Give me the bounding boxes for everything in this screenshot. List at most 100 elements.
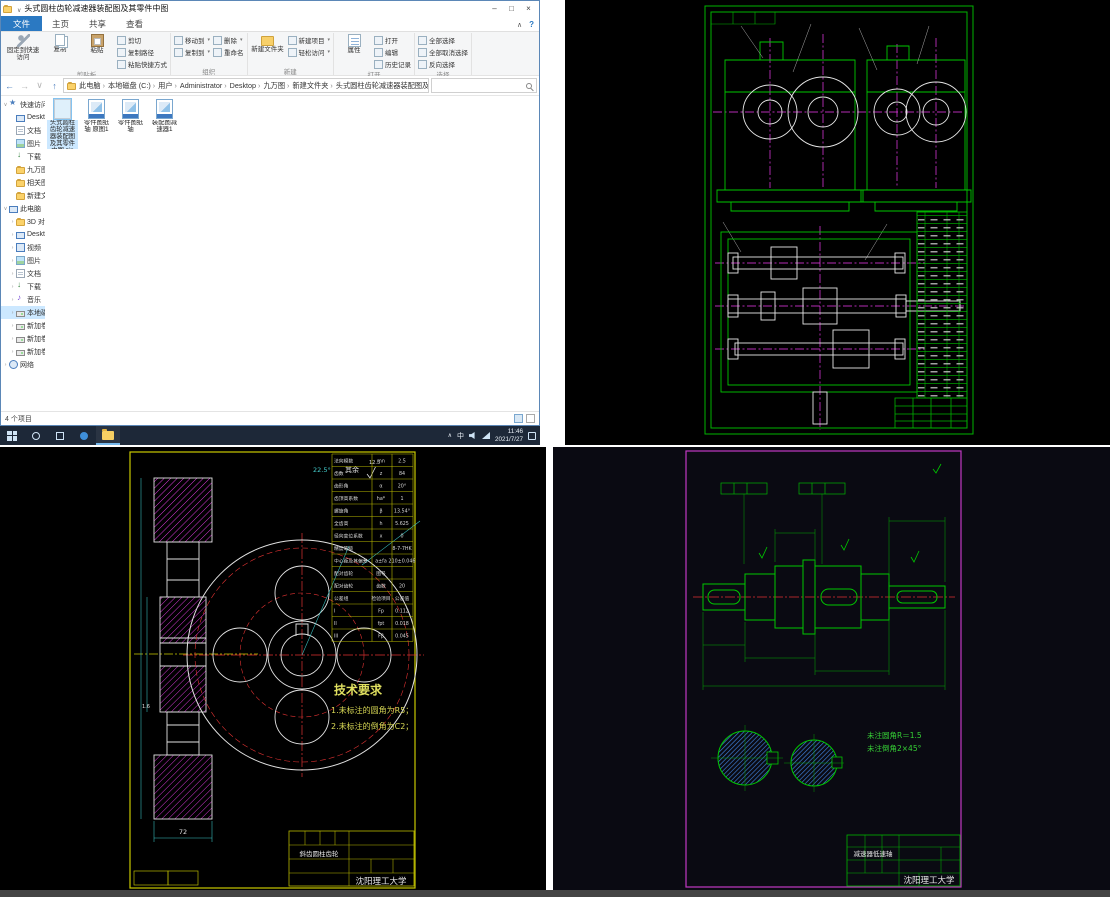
taskbar-explorer-button[interactable]	[96, 426, 120, 445]
sidebar-item-new-volume-f[interactable]: ›新加卷 (F:)	[1, 332, 45, 345]
tab-file[interactable]: 文件	[1, 16, 42, 31]
tab-view[interactable]: 查看	[116, 16, 153, 31]
sidebar-item-new-volume-e[interactable]: ›新加卷 (E:)	[1, 345, 45, 358]
chevron-right-icon[interactable]: ›	[2, 362, 9, 368]
file-item-assembly-drawing[interactable]: 装配图减速器1	[149, 99, 180, 134]
sidebar-item-desktop-2[interactable]: ›Desktop	[1, 228, 45, 241]
minimize-button[interactable]: –	[486, 2, 503, 15]
tab-home[interactable]: 主页	[42, 16, 79, 31]
sidebar-item-3d-objects[interactable]: ›3D 对象	[1, 215, 45, 228]
open-button[interactable]: 打开	[374, 35, 411, 45]
taskbar-clock[interactable]: 11:46 2021/7/27	[495, 428, 523, 443]
sidebar-item-new-volume-d[interactable]: ›新加卷 (D:)	[1, 319, 45, 332]
new-item-button[interactable]: 新建项目	[288, 35, 331, 45]
breadcrumb[interactable]: 此电脑 本地磁盘 (C:) 用户 Administrator Desktop 九…	[63, 78, 429, 93]
breadcrumb-item[interactable]: 此电脑	[79, 81, 107, 91]
recent-locations-icon[interactable]: ∨	[33, 80, 46, 91]
sidebar-item-documents[interactable]: 文档	[1, 124, 45, 137]
chevron-right-icon[interactable]: ›	[9, 245, 16, 251]
help-icon[interactable]	[529, 19, 534, 29]
sidebar-item-new-folder[interactable]: 新建文件夹	[1, 189, 45, 202]
copy-to-button[interactable]: 复制到	[174, 47, 210, 57]
taskbar-search-button[interactable]	[24, 426, 48, 445]
svg-text:配对齿轮: 配对齿轮	[334, 570, 353, 577]
sidebar-item-jiuwantu[interactable]: 九万图	[1, 163, 45, 176]
quick-access-toolbar-chevron-icon[interactable]	[17, 4, 21, 14]
sidebar-item-quick-access[interactable]: ∨快速访问	[1, 98, 45, 111]
sidebar-item-local-disk-c[interactable]: ›本地磁盘 (C:)	[1, 306, 45, 319]
collapse-ribbon-icon[interactable]	[517, 19, 522, 29]
chevron-right-icon[interactable]: ›	[9, 349, 16, 355]
ime-indicator[interactable]: 中	[457, 431, 464, 441]
paste-shortcut-button[interactable]: 粘贴快捷方式	[117, 59, 167, 69]
chevron-down-icon[interactable]: ∨	[2, 102, 9, 108]
svg-text:0.112: 0.112	[395, 609, 409, 615]
file-item-shaft-drawing-orig[interactable]: 零件图纸轴 原图1	[81, 99, 112, 134]
chevron-right-icon[interactable]: ›	[9, 284, 16, 290]
title-bar[interactable]: 头式圆柱齿轮减速器装配图及其零件中图 – □ ×	[1, 1, 539, 16]
breadcrumb-item[interactable]: 头式圆柱齿轮减速器装配图及其零件中图	[336, 81, 429, 91]
thumbnails-view-icon[interactable]	[526, 414, 535, 423]
breadcrumb-item[interactable]: 九万图	[263, 81, 291, 91]
sidebar-item-this-pc[interactable]: ∨此电脑	[1, 202, 45, 215]
select-all-button[interactable]: 全部选择	[418, 35, 468, 45]
maximize-button[interactable]: □	[503, 2, 520, 15]
sidebar-item-drawings-folder[interactable]: 相关图纸文件	[1, 176, 45, 189]
breadcrumb-item[interactable]: 新建文件夹	[292, 81, 334, 91]
sidebar-item-downloads-2[interactable]: ›下载	[1, 280, 45, 293]
history-button[interactable]: 历史记录	[374, 59, 411, 69]
easy-access-button[interactable]: 轻松访问	[288, 47, 331, 57]
details-view-icon[interactable]	[514, 414, 523, 423]
chevron-down-icon[interactable]: ∨	[2, 206, 9, 212]
copy-path-button[interactable]: 复制路径	[117, 47, 167, 57]
rename-button[interactable]: 重命名	[213, 47, 244, 57]
sidebar-item-videos[interactable]: ›视频	[1, 241, 45, 254]
breadcrumb-item[interactable]: 用户	[158, 81, 179, 91]
volume-icon[interactable]	[469, 432, 477, 439]
tab-share[interactable]: 共享	[79, 16, 116, 31]
sidebar-item-desktop[interactable]: Desktop	[1, 111, 45, 124]
breadcrumb-item[interactable]: Desktop	[230, 81, 263, 90]
up-button[interactable]: ↑	[48, 81, 61, 91]
sidebar-item-pictures[interactable]: 图片	[1, 137, 45, 150]
action-center-icon[interactable]	[528, 432, 536, 440]
copy-button[interactable]: 复制	[43, 33, 77, 54]
move-to-button[interactable]: 移动到	[174, 35, 210, 45]
breadcrumb-item[interactable]: 本地磁盘 (C:)	[108, 81, 157, 91]
close-button[interactable]: ×	[520, 2, 537, 15]
sidebar-item-pictures-2[interactable]: ›图片	[1, 254, 45, 267]
sidebar-item-network[interactable]: ›网络	[1, 358, 45, 371]
chevron-right-icon[interactable]: ›	[9, 232, 16, 238]
chevron-right-icon[interactable]: ›	[9, 336, 16, 342]
pin-to-quick-access-button[interactable]: 固定到快速访问	[6, 33, 40, 62]
chevron-right-icon[interactable]: ›	[9, 219, 16, 225]
search-input[interactable]	[431, 78, 537, 93]
chevron-right-icon[interactable]: ›	[9, 258, 16, 264]
select-none-button[interactable]: 全部取消选择	[418, 47, 468, 57]
forward-button[interactable]: →	[18, 81, 31, 91]
start-button[interactable]	[0, 426, 24, 445]
paste-button[interactable]: 粘贴	[80, 33, 114, 55]
properties-icon	[348, 34, 361, 47]
task-view-button[interactable]	[48, 426, 72, 445]
delete-button[interactable]: 删除	[213, 35, 244, 45]
network-icon[interactable]	[482, 432, 490, 439]
chevron-right-icon[interactable]: ›	[9, 323, 16, 329]
breadcrumb-item[interactable]: Administrator	[180, 81, 229, 90]
invert-selection-button[interactable]: 反向选择	[418, 59, 468, 69]
properties-button[interactable]: 属性	[337, 33, 371, 55]
chevron-right-icon[interactable]: ›	[9, 271, 16, 277]
tray-expand-icon[interactable]: ∧	[448, 432, 452, 439]
sidebar-item-downloads[interactable]: 下载	[1, 150, 45, 163]
file-item-assembly-archive[interactable]: 头式圆柱齿轮减速器装配图及其零件中图.zip	[47, 99, 78, 149]
back-button[interactable]: ←	[3, 81, 16, 91]
chevron-right-icon[interactable]: ›	[9, 310, 16, 316]
new-folder-button[interactable]: 新建文件夹	[251, 33, 285, 54]
taskbar-browser-button[interactable]	[72, 426, 96, 445]
sidebar-item-documents-2[interactable]: ›文档	[1, 267, 45, 280]
chevron-right-icon[interactable]: ›	[9, 297, 16, 303]
sidebar-item-music[interactable]: ›音乐	[1, 293, 45, 306]
edit-button[interactable]: 编辑	[374, 47, 411, 57]
file-item-shaft-drawing[interactable]: 零件图纸轴	[115, 99, 146, 134]
cut-button[interactable]: 剪切	[117, 35, 167, 45]
